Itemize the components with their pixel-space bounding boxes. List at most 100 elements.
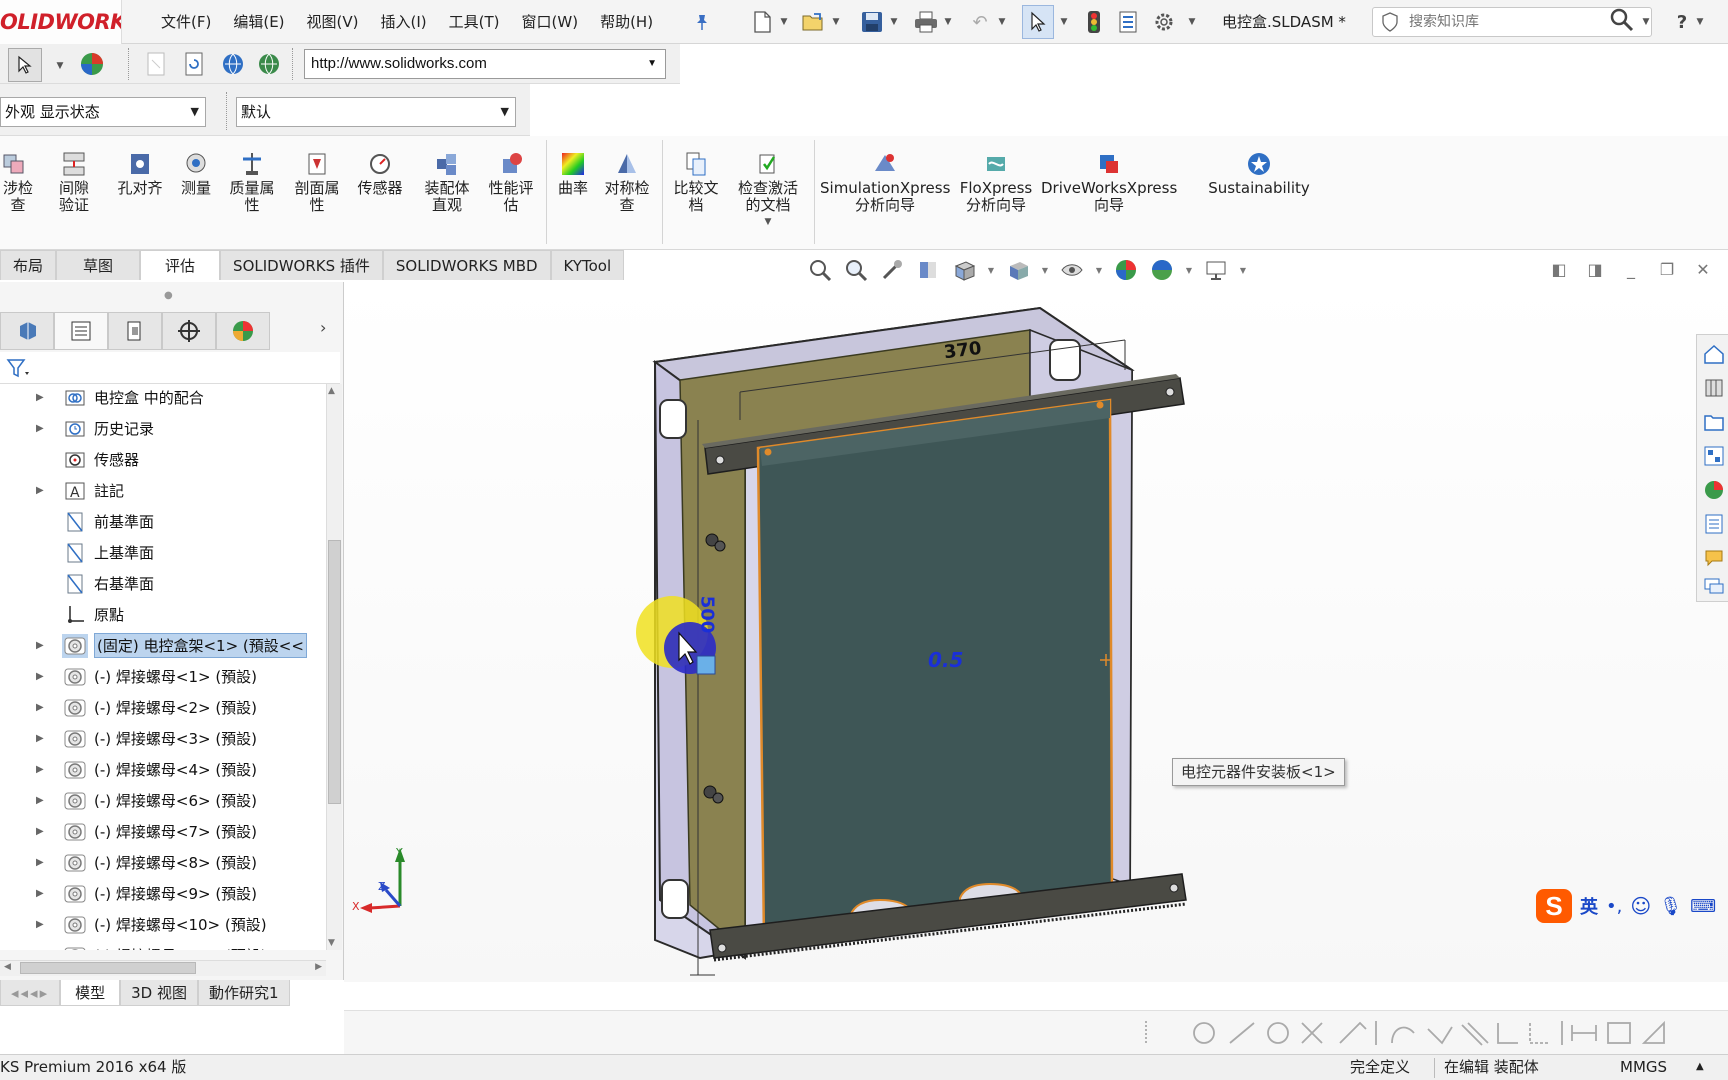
tree-node[interactable]: ▶ (-) 焊接螺母<6> (預設)	[0, 785, 326, 816]
compare-documents-button[interactable]: 比较文档	[668, 150, 724, 214]
dimxpert-manager-tab[interactable]	[162, 312, 216, 350]
new-document-icon[interactable]	[748, 8, 776, 36]
expand-arrow-icon[interactable]: ▶	[36, 733, 52, 744]
appearance-sphere-icon[interactable]	[78, 50, 106, 78]
tree-horizontal-scrollbar[interactable]: ◀ ▶	[0, 960, 326, 976]
tree-node[interactable]: ▶ (-) 焊接螺母<9> (預設)	[0, 878, 326, 909]
file-explorer-icon[interactable]	[1701, 409, 1727, 435]
chevron-right-icon[interactable]: ›	[320, 318, 326, 337]
expand-arrow-icon[interactable]: ▶	[36, 919, 52, 930]
performance-evaluation-button[interactable]: 性能评估	[484, 150, 538, 214]
tab-model[interactable]: 模型	[60, 980, 121, 1006]
web-page-icon[interactable]	[146, 52, 166, 80]
tree-node[interactable]: ▶ (-) 焊接螺母<2> (預設)	[0, 692, 326, 723]
ime-keyboard-icon[interactable]: ⌨	[1690, 896, 1716, 917]
tab-kytool[interactable]: KYTool	[550, 250, 625, 280]
url-dropdown-icon[interactable]: ▼	[647, 50, 657, 78]
menu-edit[interactable]: 编辑(E)	[222, 0, 295, 44]
units-status[interactable]: MMGS	[1620, 1056, 1667, 1078]
appearances-scenes-icon[interactable]	[1701, 477, 1727, 503]
chat-icon[interactable]	[1701, 573, 1727, 599]
expand-arrow-icon[interactable]: ▶	[36, 826, 52, 837]
property-manager-tab[interactable]	[54, 312, 108, 350]
tab-evaluate[interactable]: 评估	[140, 250, 221, 280]
tree-node[interactable]: ▶ (-) 焊接螺母<1> (預設)	[0, 661, 326, 692]
tab-solidworks-addins[interactable]: SOLIDWORKS 插件	[220, 250, 383, 280]
print-dropdown-icon[interactable]: ▼	[942, 8, 954, 36]
curvature-button[interactable]: 曲率	[554, 150, 592, 197]
ime-emoji-icon[interactable]: ☺	[1630, 894, 1651, 918]
tab-solidworks-mbd[interactable]: SOLIDWORKS MBD	[382, 250, 551, 280]
view-palette-icon[interactable]	[1701, 443, 1727, 469]
tree-node[interactable]: ▶ (-) 焊接螺母<4> (預設)	[0, 754, 326, 785]
custom-properties-icon[interactable]	[1701, 511, 1727, 537]
hole-alignment-button[interactable]: 孔对齐	[112, 150, 168, 197]
scroll-up-icon[interactable]: ▲	[328, 386, 335, 396]
section-properties-button[interactable]: 剖面属性	[292, 150, 342, 214]
pin-menu-icon[interactable]	[688, 8, 716, 36]
filter-icon[interactable]	[6, 358, 30, 382]
restore-icon[interactable]: ❐	[1656, 258, 1678, 280]
display-manager-tab[interactable]	[216, 312, 270, 350]
dimension-height-label[interactable]: 500	[696, 596, 717, 634]
close-icon[interactable]: ✕	[1692, 258, 1714, 280]
tile-left-icon[interactable]: ◧	[1548, 258, 1570, 280]
menu-tools[interactable]: 工具(T)	[438, 0, 511, 44]
select-pointer-icon[interactable]	[1022, 5, 1054, 39]
scroll-down-icon[interactable]: ▼	[328, 938, 335, 948]
tree-node[interactable]: ▶ (-) 焊接螺母<7> (預設)	[0, 816, 326, 847]
symmetry-check-button[interactable]: 对称检查	[600, 150, 654, 214]
solidworks-resources-icon[interactable]	[1701, 341, 1727, 367]
clearance-verification-button[interactable]: 间隙验证	[46, 150, 102, 214]
sogou-logo-icon[interactable]: S	[1536, 889, 1572, 923]
solidworks-logo[interactable]: OLIDWORKS	[0, 0, 122, 44]
floxpress-button[interactable]: FloXpress 分析向导	[952, 150, 1040, 214]
expand-arrow-icon[interactable]: ▶	[36, 671, 52, 682]
ime-voice-icon[interactable]: 🎙	[1659, 896, 1682, 917]
expand-arrow-icon[interactable]: ▶	[36, 764, 52, 775]
web-globe-forward-icon[interactable]	[256, 51, 282, 81]
driveworksxpress-button[interactable]: DriveWorksXpress 向导	[1040, 150, 1178, 214]
options-dropdown-icon[interactable]: ▼	[1186, 8, 1198, 36]
sensor-button[interactable]: 传感器	[352, 150, 408, 197]
menu-view[interactable]: 视图(V)	[296, 0, 370, 44]
expand-arrow-icon[interactable]: ▶	[36, 392, 52, 403]
web-refresh-icon[interactable]	[184, 52, 204, 80]
expand-arrow-icon[interactable]: ▶	[36, 640, 52, 651]
display-state-combo[interactable]: 外观 显示状态 ▼	[0, 97, 206, 127]
tree-node[interactable]: ▶ 电控盒 中的配合	[0, 384, 326, 413]
tree-node[interactable]: 右基準面	[0, 568, 326, 599]
tile-right-icon[interactable]: ◨	[1584, 258, 1606, 280]
units-dropdown-icon[interactable]: ▲	[1696, 1056, 1704, 1078]
undo-dropdown-icon[interactable]: ▼	[996, 8, 1008, 36]
menu-file[interactable]: 文件(F)	[150, 0, 222, 44]
tab-motion-study[interactable]: 動作研究1	[198, 980, 290, 1006]
open-dropdown-icon[interactable]: ▼	[830, 8, 842, 36]
sustainability-button[interactable]: Sustainability	[1196, 150, 1322, 197]
print-icon[interactable]	[912, 8, 940, 36]
rebuild-traffic-light-icon[interactable]	[1080, 8, 1108, 36]
tree-node[interactable]: ▶ (-) 焊接螺母<3> (預設)	[0, 723, 326, 754]
tree-node[interactable]: 传感器	[0, 444, 326, 475]
save-dropdown-icon[interactable]: ▼	[888, 8, 900, 36]
tree-node[interactable]: 前基準面	[0, 506, 326, 537]
web-select-dropdown-icon[interactable]: ▼	[54, 52, 66, 80]
tree-node[interactable]: ▶ (固定) 电控盒架<1> (預設<<	[0, 630, 326, 661]
assembly-3d-model[interactable]	[344, 280, 1728, 982]
help-icon[interactable]: ?	[1668, 8, 1696, 36]
menu-insert[interactable]: 插入(I)	[370, 0, 438, 44]
h-scrollbar-thumb[interactable]	[20, 962, 196, 974]
tab-3d-views[interactable]: 3D 视图	[120, 980, 199, 1006]
tab-sketch[interactable]: 草图	[56, 250, 141, 280]
expand-arrow-icon[interactable]: ▶	[36, 888, 52, 899]
select-dropdown-icon[interactable]: ▼	[1058, 8, 1070, 36]
tree-node[interactable]: ▶ A 註記	[0, 475, 326, 506]
search-dropdown-icon[interactable]: ▼	[1640, 8, 1652, 36]
options-gear-icon[interactable]	[1150, 8, 1178, 36]
expand-arrow-icon[interactable]: ▶	[36, 485, 52, 496]
web-globe-back-icon[interactable]	[220, 51, 246, 81]
assembly-visualization-button[interactable]: 装配体直观	[418, 150, 476, 214]
configuration-manager-tab[interactable]	[108, 312, 162, 350]
solidworks-forum-icon[interactable]	[1701, 545, 1727, 571]
mass-properties-button[interactable]: 质量属性	[226, 150, 278, 214]
